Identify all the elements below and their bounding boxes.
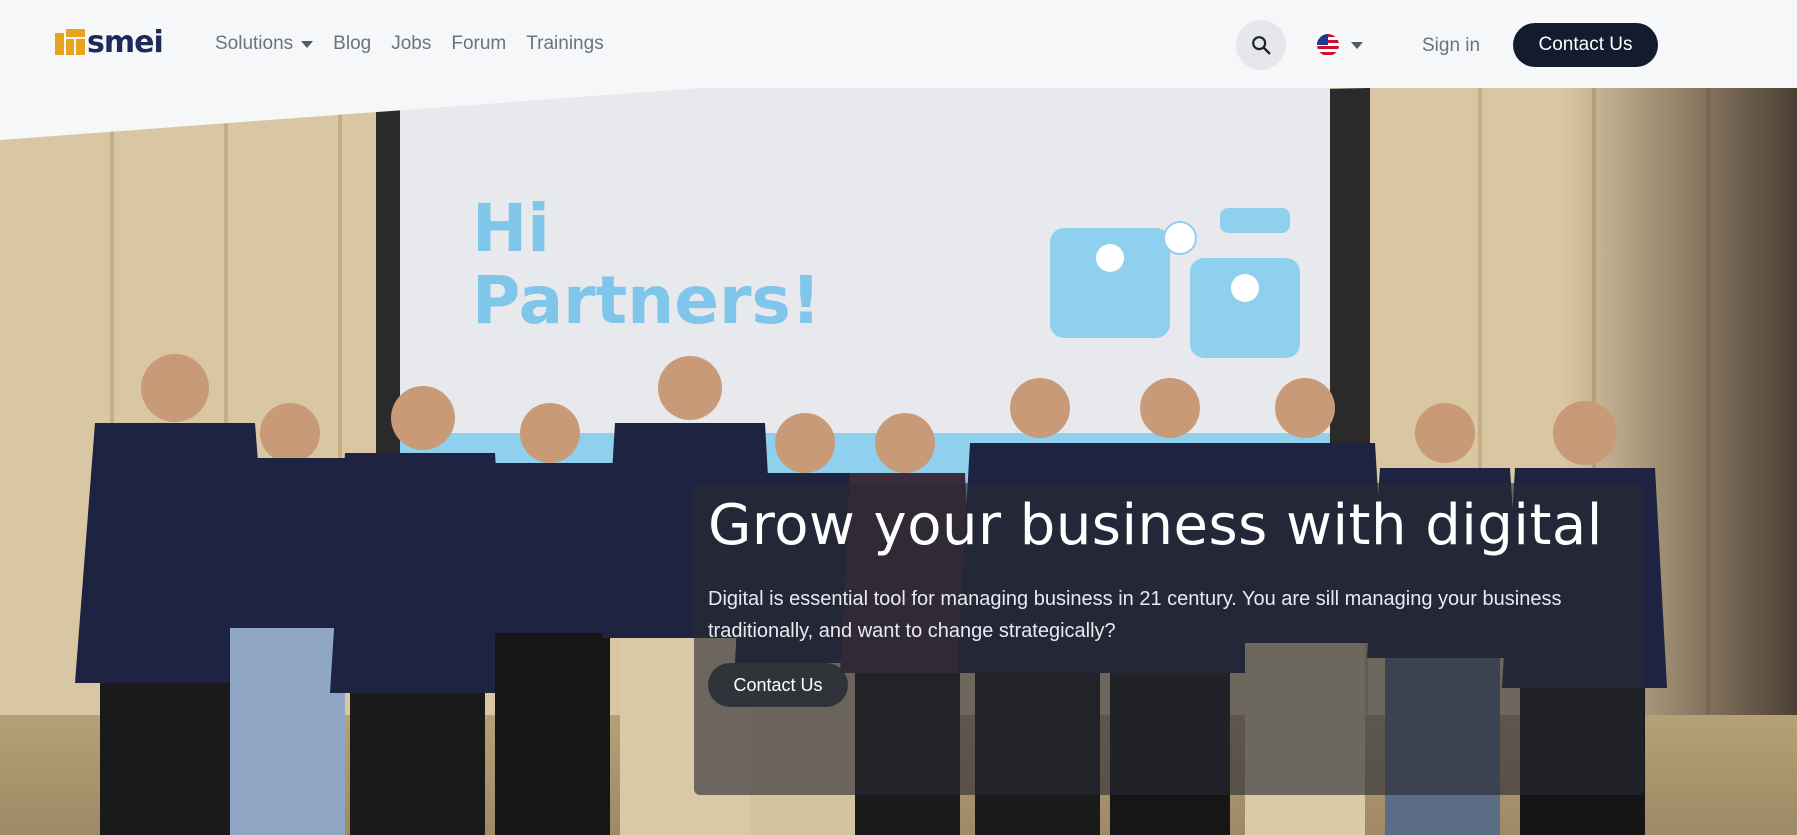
chevron-down-icon — [301, 40, 314, 48]
nav-item-forum[interactable]: Forum — [451, 33, 506, 55]
hero-description: Digital is essential tool for managing b… — [708, 588, 1562, 642]
nav-item-blog[interactable]: Blog — [333, 33, 371, 55]
language-selector[interactable] — [1317, 34, 1363, 56]
logo-mark-icon — [55, 29, 85, 57]
contact-us-button[interactable]: Contact Us — [1513, 23, 1658, 67]
search-button[interactable] — [1236, 20, 1286, 70]
main-nav: Solutions Blog Jobs Forum Trainings — [215, 0, 604, 88]
nav-item-solutions[interactable]: Solutions — [215, 33, 314, 55]
hero-title: Grow your business with digital — [708, 493, 1603, 558]
nav-item-trainings[interactable]: Trainings — [526, 33, 603, 55]
nav-item-solutions-label: Solutions — [215, 33, 294, 54]
hero-section: Hi Partners! Grow your business with dig… — [0, 88, 1797, 835]
search-icon — [1252, 36, 1271, 55]
logo-text: smei — [87, 25, 164, 60]
hero-contact-button[interactable]: Contact Us — [708, 663, 848, 707]
top-navbar: smei Solutions Blog Jobs Forum Trainings… — [0, 0, 1797, 88]
chevron-down-icon — [1351, 41, 1363, 49]
smei-logo[interactable]: smei — [55, 25, 164, 60]
us-flag-icon — [1317, 34, 1339, 56]
hero-overlay-card: Grow your business with digital Digital … — [694, 483, 1644, 795]
nav-item-jobs[interactable]: Jobs — [391, 33, 431, 55]
sign-in-link[interactable]: Sign in — [1422, 35, 1480, 57]
